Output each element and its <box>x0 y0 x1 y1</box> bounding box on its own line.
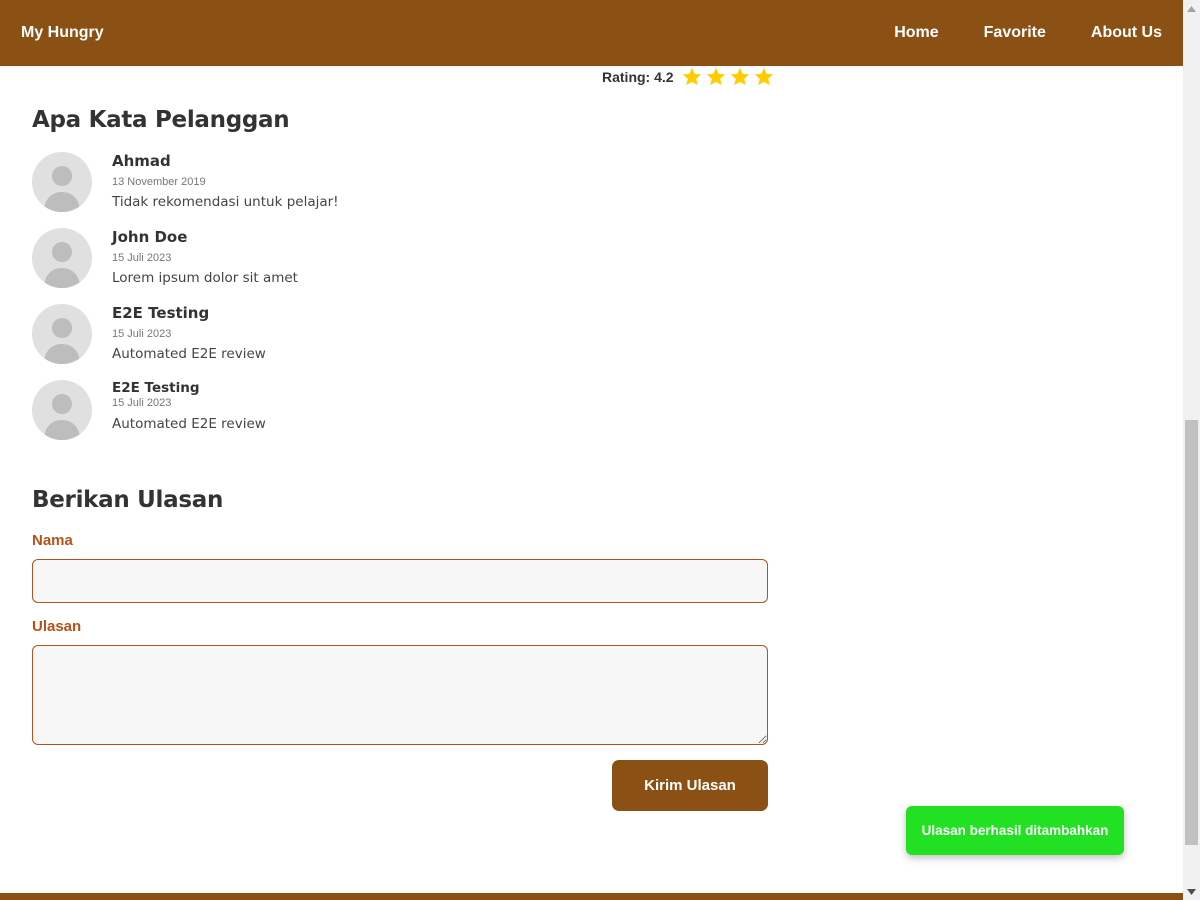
footer <box>0 893 1183 900</box>
avatar <box>32 228 92 288</box>
review-date: 15 Juli 2023 <box>112 328 172 340</box>
review-text: Automated E2E review <box>112 346 266 362</box>
review-field-label: Ulasan <box>32 618 82 635</box>
star-icon <box>730 67 749 86</box>
review-item: John Doe 15 Juli 2023 Lorem ipsum dolor … <box>32 228 632 292</box>
user-avatar-icon <box>32 228 92 288</box>
brand-logo[interactable]: My Hungry <box>21 24 104 42</box>
scroll-up-icon[interactable] <box>1183 0 1200 17</box>
nav-link-favorite[interactable]: Favorite <box>984 24 1046 42</box>
scrollbar-thumb[interactable] <box>1185 420 1198 845</box>
avatar <box>32 380 92 440</box>
review-item: Ahmad 13 November 2019 Tidak rekomendasi… <box>32 152 632 216</box>
name-input[interactable] <box>32 559 768 603</box>
page-scrollbar[interactable] <box>1183 0 1200 900</box>
nav-link-about-us[interactable]: About Us <box>1091 24 1162 42</box>
review-date: 15 Juli 2023 <box>112 397 172 409</box>
review-text: Automated E2E review <box>112 416 266 432</box>
user-avatar-icon <box>32 304 92 364</box>
navbar: My Hungry Home Favorite About Us <box>0 0 1183 66</box>
review-form-title: Berikan Ulasan <box>32 487 224 513</box>
user-avatar-icon <box>32 380 92 440</box>
review-name: E2E Testing <box>112 304 210 322</box>
nav-link-home[interactable]: Home <box>894 24 938 42</box>
review-textarea[interactable] <box>32 645 768 745</box>
nav-links: Home Favorite About Us <box>849 24 1162 42</box>
toast-message: Ulasan berhasil ditambahkan <box>921 823 1109 838</box>
rating-label: Rating: 4.2 <box>602 69 674 85</box>
avatar <box>32 152 92 212</box>
scroll-down-icon[interactable] <box>1183 883 1200 900</box>
review-name: John Doe <box>112 228 188 246</box>
review-date: 13 November 2019 <box>112 176 206 188</box>
avatar <box>32 304 92 364</box>
star-icon <box>682 67 701 86</box>
review-item: E2E Testing 15 Juli 2023 Automated E2E r… <box>32 380 632 444</box>
review-date: 15 Juli 2023 <box>112 252 172 264</box>
user-avatar-icon <box>32 152 92 212</box>
reviews-section-title: Apa Kata Pelanggan <box>32 107 290 133</box>
success-toast: Ulasan berhasil ditambahkan <box>906 806 1124 855</box>
submit-review-button[interactable]: Kirim Ulasan <box>612 760 768 811</box>
name-field-label: Nama <box>32 532 73 549</box>
review-name: E2E Testing <box>112 380 200 396</box>
review-text: Tidak rekomendasi untuk pelajar! <box>112 194 339 210</box>
star-icon <box>706 67 725 86</box>
star-icon <box>754 67 773 86</box>
restaurant-rating: Rating: 4.2 <box>602 66 775 88</box>
review-text: Lorem ipsum dolor sit amet <box>112 270 298 286</box>
review-item: E2E Testing 15 Juli 2023 Automated E2E r… <box>32 304 632 368</box>
review-name: Ahmad <box>112 152 171 170</box>
